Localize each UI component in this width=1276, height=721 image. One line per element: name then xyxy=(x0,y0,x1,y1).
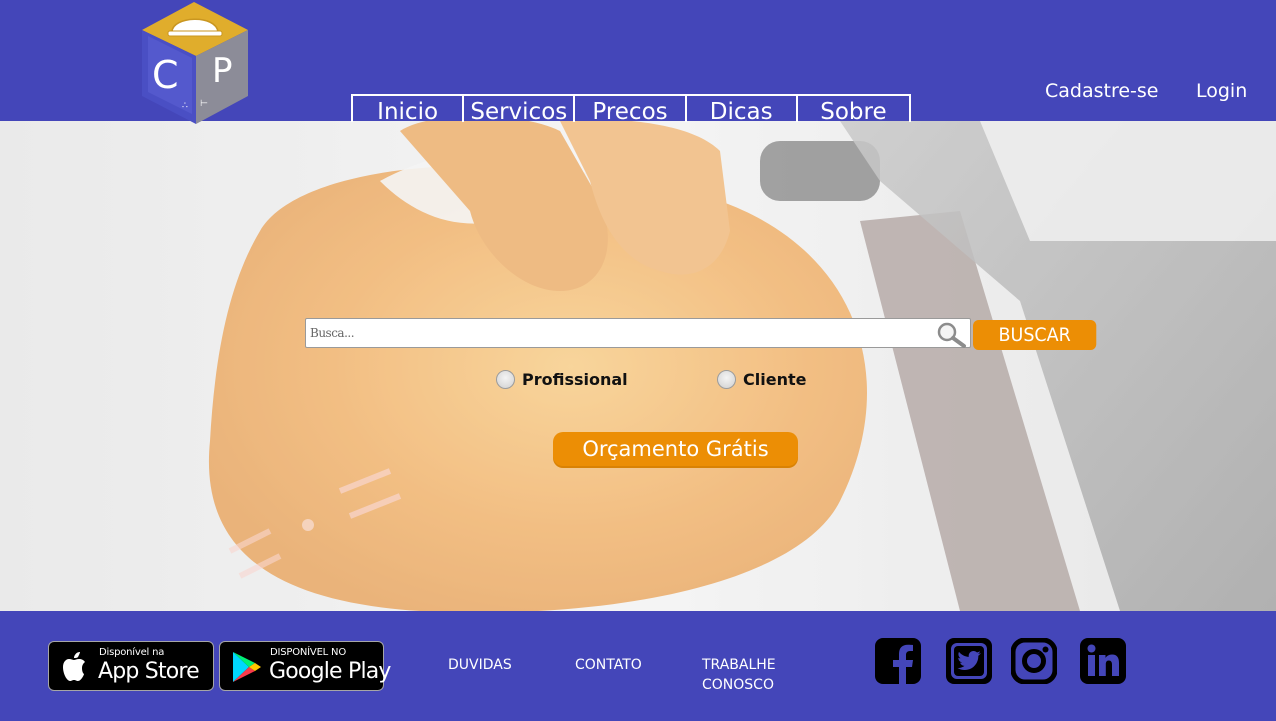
linkedin-icon[interactable] xyxy=(1080,638,1126,684)
free-quote-button[interactable]: Orçamento Grátis xyxy=(553,432,798,468)
nav-precos[interactable]: Precos xyxy=(575,96,687,122)
footer-link-trabalhe-line1: TRABALHE xyxy=(702,657,776,673)
main-nav: Inicio Servicos Precos Dicas Sobre xyxy=(351,94,911,122)
footer-link-trabalhe-conosco[interactable]: TRABALHE CONOSCO xyxy=(702,655,812,695)
nav-dicas[interactable]: Dicas xyxy=(687,96,798,122)
radio-circle[interactable] xyxy=(717,370,736,389)
hero-section: BUSCAR Profissional Cliente Orçamento Gr… xyxy=(0,121,1276,611)
nav-sobre[interactable]: Sobre xyxy=(798,96,909,122)
svg-text:⊢: ⊢ xyxy=(200,99,208,109)
site-header: C P ∴ ⊢ Inicio Servicos Precos Dicas Sob… xyxy=(0,0,1276,124)
site-footer: Disponível na App Store DISPONÍVEL NO Go… xyxy=(0,611,1276,721)
radio-label: Cliente xyxy=(743,370,807,389)
app-store-big-text: App Store xyxy=(98,659,200,684)
google-play-small-text: DISPONÍVEL NO xyxy=(270,647,346,658)
search-input[interactable] xyxy=(310,322,930,344)
twitter-icon[interactable] xyxy=(946,638,992,684)
footer-link-trabalhe-line2: CONOSCO xyxy=(702,677,774,693)
logo-letter-p: P xyxy=(212,51,233,91)
google-play-big-text: Google Play xyxy=(269,659,391,684)
search-icon[interactable] xyxy=(934,320,968,348)
google-play-icon xyxy=(233,652,261,682)
radio-circle[interactable] xyxy=(496,370,515,389)
google-play-badge[interactable]: DISPONÍVEL NO Google Play xyxy=(219,641,391,691)
nav-servicos[interactable]: Servicos xyxy=(464,96,576,122)
apple-icon xyxy=(63,652,85,681)
search-box xyxy=(305,318,971,348)
radio-cliente[interactable]: Cliente xyxy=(717,370,806,389)
nav-inicio[interactable]: Inicio xyxy=(353,96,465,122)
hero-background-image xyxy=(0,121,1276,611)
logo-letter-c: C xyxy=(152,53,179,97)
radio-label: Profissional xyxy=(522,370,628,389)
login-link[interactable]: Login xyxy=(1196,80,1247,102)
search-button[interactable]: BUSCAR xyxy=(973,320,1097,350)
facebook-icon[interactable] xyxy=(875,638,921,684)
radio-profissional[interactable]: Profissional xyxy=(496,370,628,389)
footer-link-contato[interactable]: CONTATO xyxy=(575,655,642,675)
app-store-badge[interactable]: Disponível na App Store xyxy=(48,641,214,691)
footer-link-duvidas[interactable]: DUVIDAS xyxy=(448,655,512,675)
app-store-small-text: Disponível na xyxy=(99,647,165,658)
site-logo[interactable]: C P ∴ ⊢ xyxy=(138,2,252,124)
signup-link[interactable]: Cadastre-se xyxy=(1045,80,1159,102)
instagram-icon[interactable] xyxy=(1011,638,1057,684)
svg-text:∴: ∴ xyxy=(182,101,188,111)
